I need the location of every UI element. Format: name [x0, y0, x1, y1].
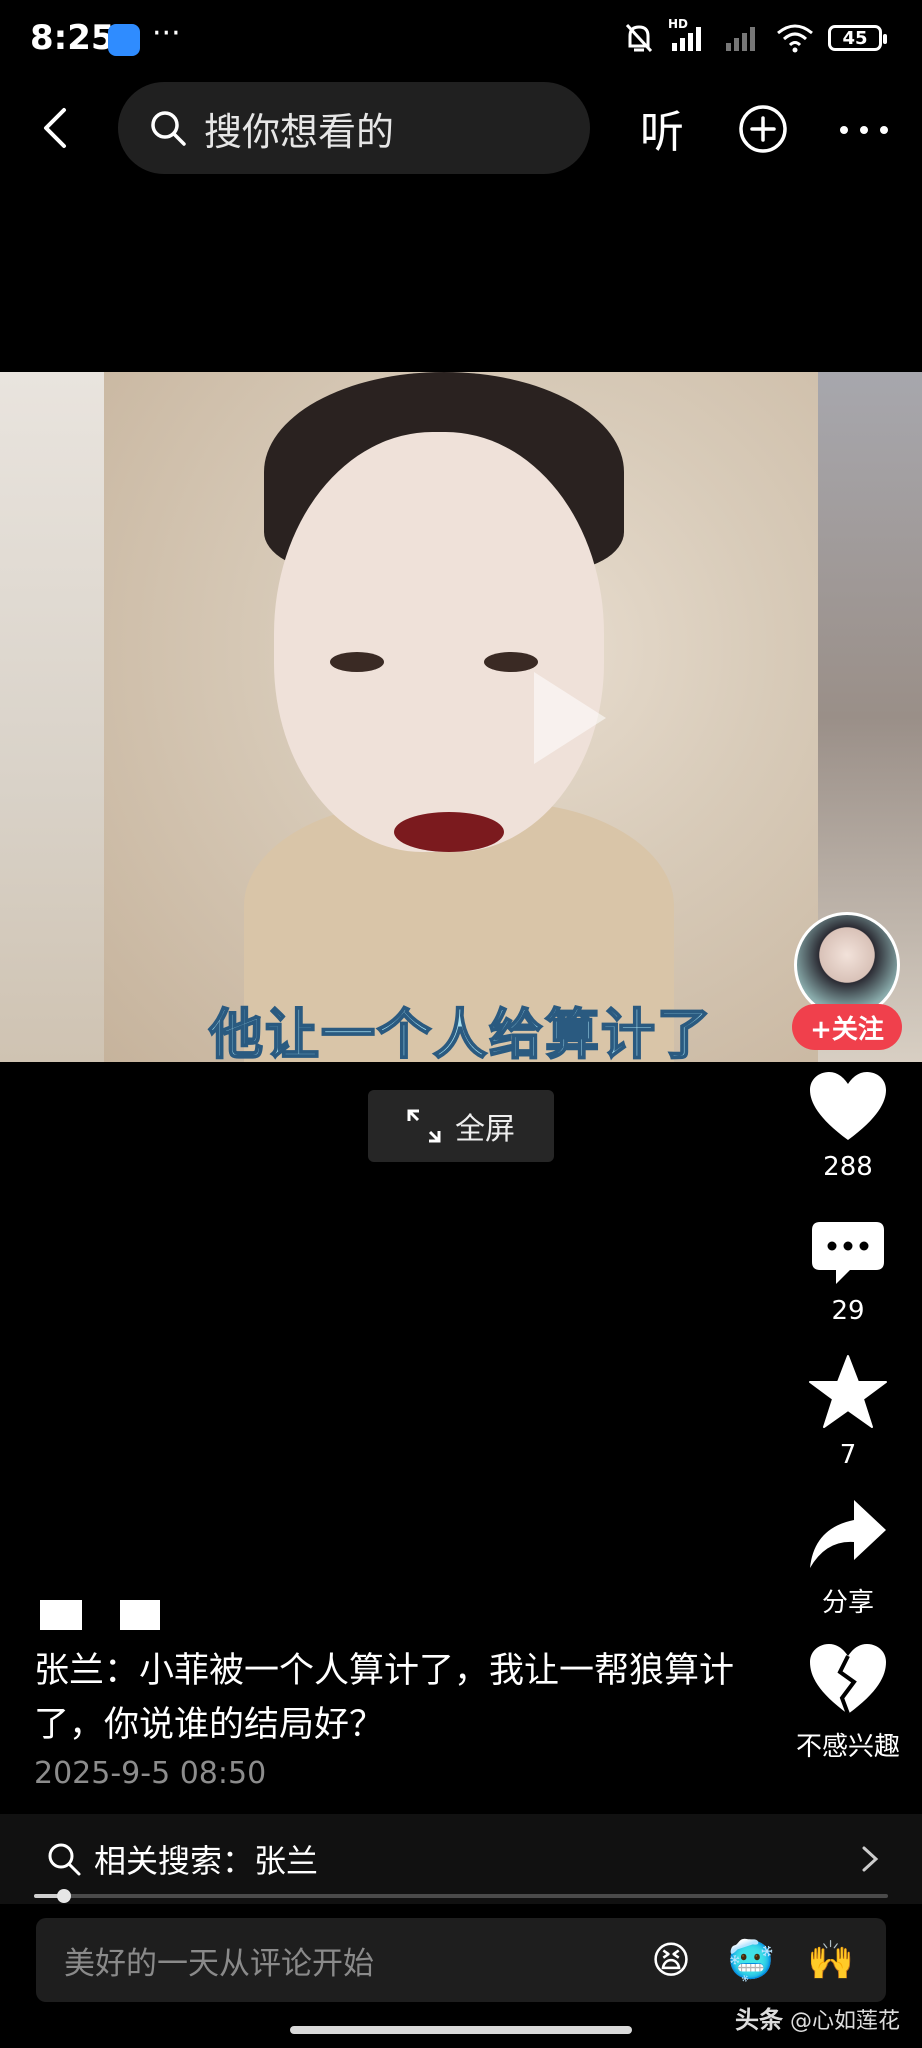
- fullscreen-button[interactable]: 全屏: [368, 1090, 554, 1162]
- creator-avatar[interactable]: [794, 912, 900, 1018]
- search-icon: [48, 1843, 81, 1876]
- video-blur-left: [0, 372, 104, 1062]
- emoji-clap-icon[interactable]: 🙌: [806, 1935, 856, 1985]
- playback-scrubber[interactable]: [56, 1889, 71, 1903]
- listen-button[interactable]: 听: [640, 96, 684, 160]
- mute-bell-icon: [625, 23, 653, 53]
- watermark: 头条 @心如莲花: [735, 2000, 900, 2035]
- like-button[interactable]: 288: [796, 1070, 900, 1182]
- search-icon: [151, 111, 186, 146]
- more-options-icon[interactable]: [836, 110, 892, 150]
- favorite-count: 7: [839, 1440, 857, 1470]
- heart-icon: [810, 1072, 886, 1140]
- post-date: 2025-9-5 08:50: [34, 1756, 267, 1791]
- video-player[interactable]: 他让一个人给算计了: [0, 372, 922, 1062]
- play-icon[interactable]: [534, 672, 606, 764]
- emoji-tired-icon[interactable]: 😫: [646, 1935, 696, 1985]
- follow-button[interactable]: +关注: [792, 1004, 902, 1050]
- status-bar: 8:25 ··· HD 45: [0, 0, 922, 80]
- fullscreen-label: 全屏: [455, 1112, 515, 1147]
- share-arrow-icon: [810, 1500, 886, 1568]
- favorite-button[interactable]: 7: [796, 1354, 900, 1470]
- not-interested-button[interactable]: 不感兴趣: [796, 1642, 900, 1763]
- video-figure-face: [274, 432, 604, 852]
- redacted-username-2: [120, 1600, 160, 1630]
- video-figure-eye-left: [330, 652, 384, 672]
- broken-heart-icon: [810, 1644, 886, 1715]
- video-figure-lips: [394, 812, 504, 852]
- share-label: 分享: [821, 1588, 874, 1618]
- playback-progress-bar[interactable]: [34, 1889, 888, 1903]
- not-interested-label: 不感兴趣: [796, 1732, 901, 1762]
- video-frame: [104, 372, 818, 1062]
- status-time: 8:25: [30, 18, 115, 58]
- wifi-icon: [777, 24, 813, 53]
- comment-placeholder: 美好的一天从评论开始: [64, 1945, 374, 1982]
- share-button[interactable]: 分享: [796, 1498, 900, 1619]
- redacted-username: [40, 1600, 82, 1630]
- comment-icon: [812, 1222, 884, 1284]
- add-circle-icon[interactable]: [738, 104, 788, 154]
- comment-button[interactable]: 29: [796, 1220, 900, 1326]
- watermark-author: @心如莲花: [789, 2009, 900, 2034]
- status-more-dots: ···: [152, 16, 181, 51]
- related-search-term: 张兰: [254, 1842, 319, 1880]
- star-icon: [809, 1355, 887, 1428]
- related-search-prefix: 相关搜索：: [94, 1842, 255, 1880]
- comment-count: 29: [831, 1296, 865, 1326]
- search-input[interactable]: 搜你想看的: [118, 82, 590, 174]
- notification-app-icon: [108, 24, 140, 56]
- video-figure-eye-right: [484, 652, 538, 672]
- comment-input[interactable]: 美好的一天从评论开始 😫 🥶 🙌: [36, 1918, 886, 2002]
- search-placeholder: 搜你想看的: [204, 109, 395, 154]
- like-count: 288: [823, 1152, 873, 1182]
- network-label: HD: [668, 17, 689, 31]
- status-icons: HD 45: [624, 17, 887, 54]
- back-icon[interactable]: [28, 100, 84, 156]
- watermark-brand: 头条: [734, 2006, 783, 2034]
- chevron-right-icon: [862, 1846, 879, 1872]
- signal-icon-2: [726, 27, 755, 51]
- battery-icon: 45: [828, 25, 887, 51]
- video-subtitle: 他让一个人给算计了: [208, 1002, 713, 1062]
- home-indicator[interactable]: [290, 2026, 632, 2034]
- related-search[interactable]: 相关搜索： 张兰: [0, 1814, 922, 1904]
- emoji-shocked-icon[interactable]: 🥶: [726, 1935, 776, 1985]
- signal-hd-icon: HD: [668, 17, 708, 53]
- post-caption: 张兰：小菲被一个人算计了，我让一帮狼算计了，你说谁的结局好？: [34, 1651, 735, 1745]
- expand-icon: [407, 1109, 441, 1143]
